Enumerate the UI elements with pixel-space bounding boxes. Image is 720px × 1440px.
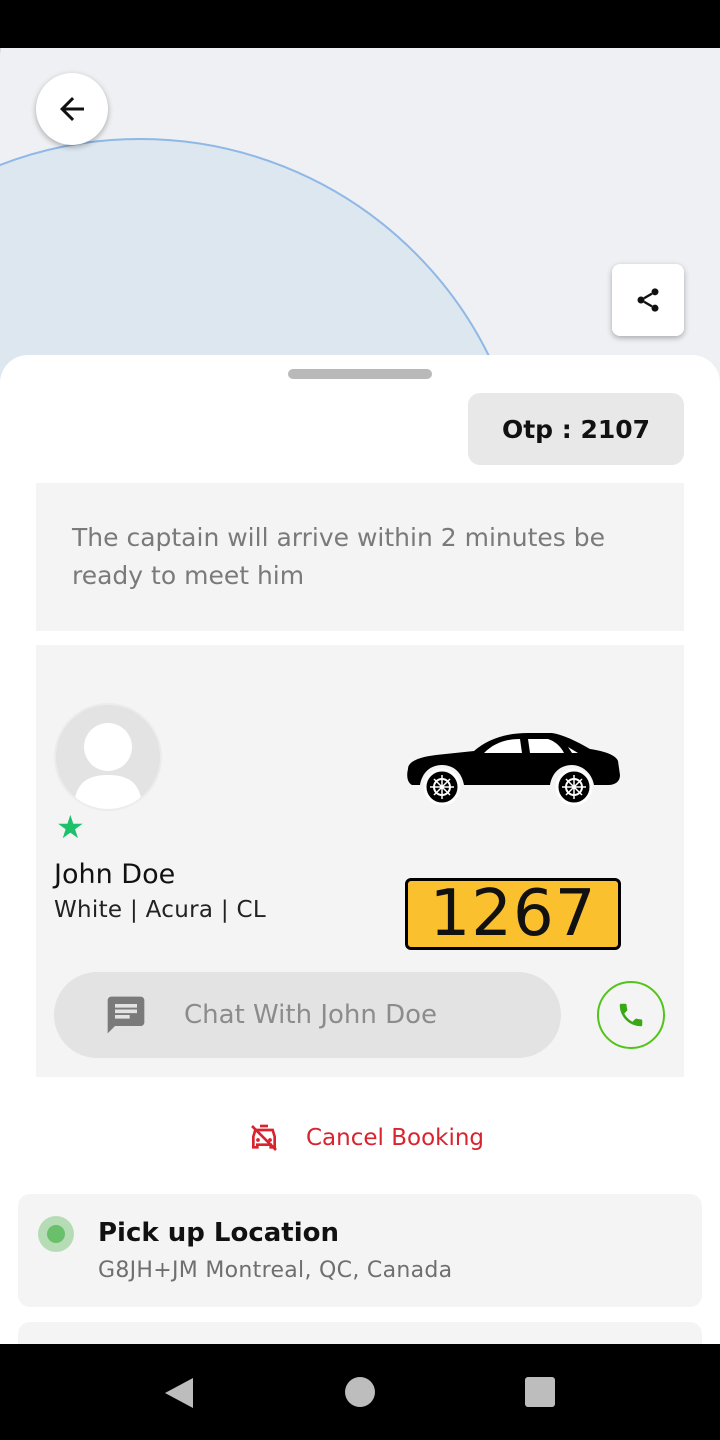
cancel-booking-button[interactable]: Cancel Booking bbox=[248, 1120, 484, 1156]
cancel-taxi-icon bbox=[251, 1124, 277, 1151]
driver-avatar bbox=[54, 703, 162, 811]
star-icon: ★ bbox=[56, 808, 85, 846]
pickup-address: G8JH+JM Montreal, QC, Canada bbox=[98, 1258, 453, 1283]
system-navigation-bar bbox=[0, 1344, 720, 1440]
pickup-dot-icon bbox=[38, 1216, 74, 1252]
cancel-booking-label: Cancel Booking bbox=[306, 1125, 485, 1151]
chat-icon bbox=[104, 993, 148, 1037]
license-plate: 1267 bbox=[405, 877, 621, 951]
trip-bottom-sheet: Otp : 2107 The captain will arrive withi… bbox=[0, 355, 720, 1362]
share-icon bbox=[637, 288, 659, 312]
call-driver-button[interactable] bbox=[597, 981, 665, 1049]
nav-home-icon[interactable] bbox=[345, 1377, 375, 1407]
arrow-left-icon bbox=[60, 97, 84, 121]
chat-with-driver-button[interactable]: Chat With John Doe bbox=[54, 972, 561, 1058]
sheet-drag-handle[interactable] bbox=[288, 369, 432, 379]
car-icon bbox=[407, 733, 620, 806]
otp-badge: Otp : 2107 bbox=[468, 393, 684, 465]
nav-recents-icon[interactable] bbox=[525, 1377, 555, 1407]
map-road bbox=[0, 48, 1, 138]
vehicle-info: White | Acura | CL bbox=[54, 897, 266, 923]
pickup-title: Pick up Location bbox=[98, 1218, 339, 1248]
phone-icon bbox=[619, 1003, 643, 1027]
chat-label: Chat With John Doe bbox=[184, 1000, 438, 1030]
share-button[interactable] bbox=[612, 264, 684, 336]
person-icon bbox=[74, 723, 142, 809]
arrival-message: The captain will arrive within 2 minutes… bbox=[36, 483, 684, 631]
map-radius-circle bbox=[0, 138, 530, 388]
driver-card: ★ John Doe White | Acura | CL 1267 Chat … bbox=[36, 645, 684, 1077]
nav-back-icon[interactable] bbox=[163, 1376, 195, 1410]
back-button[interactable] bbox=[36, 73, 108, 145]
map-view[interactable] bbox=[0, 48, 720, 388]
driver-name: John Doe bbox=[54, 859, 176, 890]
pickup-location-card[interactable]: Pick up Location G8JH+JM Montreal, QC, C… bbox=[18, 1194, 702, 1307]
status-bar bbox=[0, 0, 720, 48]
